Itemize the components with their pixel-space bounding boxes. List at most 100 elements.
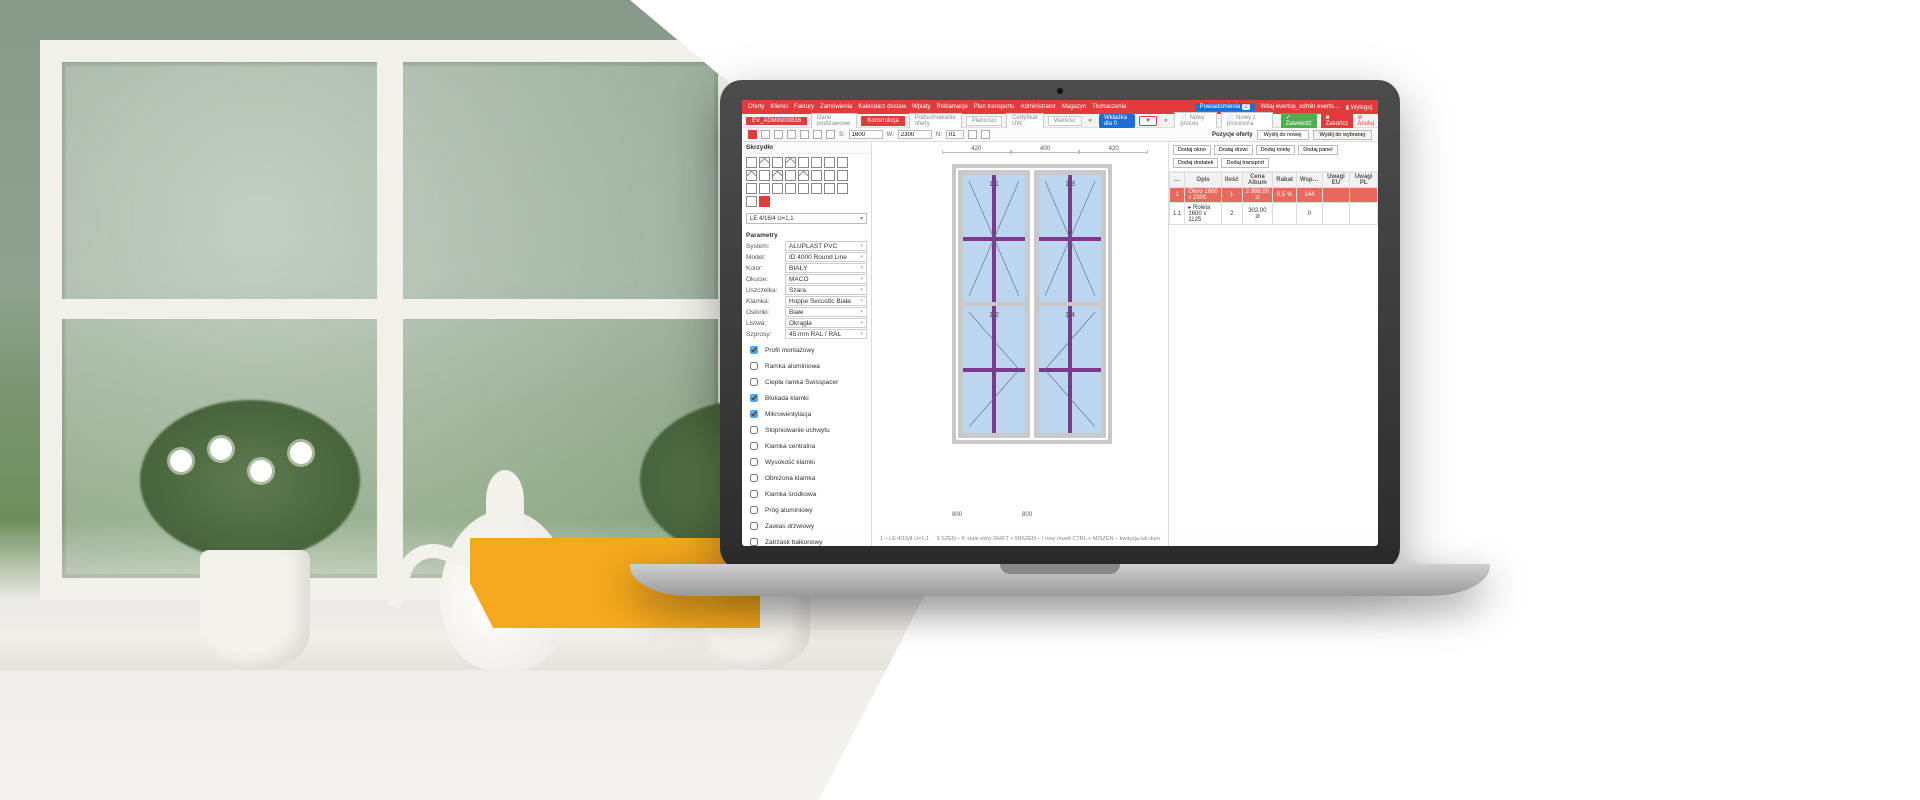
menu-item[interactable]: Administrator — [1021, 104, 1056, 110]
shape-icon[interactable] — [798, 157, 809, 168]
col-header[interactable]: Rabat — [1273, 173, 1297, 188]
cancel-button[interactable]: ⊘ Anuluj — [1357, 114, 1374, 127]
checkbox-icon[interactable] — [750, 474, 758, 482]
tab-basic[interactable]: Dane podstawowe — [811, 113, 857, 129]
shape-icon[interactable] — [759, 170, 770, 181]
checkbox-icon[interactable] — [750, 538, 758, 546]
option-checkbox[interactable]: Klamka środkowa — [742, 486, 871, 502]
param-select[interactable]: MACO — [785, 274, 867, 284]
param-select[interactable]: ALUPLAST PVC — [785, 241, 867, 251]
option-checkbox[interactable]: Wysokość klamki — [742, 454, 871, 470]
checkbox-icon[interactable] — [750, 378, 758, 386]
add-extra-button[interactable]: Dodaj dodatek — [1173, 158, 1218, 168]
checkbox-icon[interactable] — [750, 442, 758, 450]
col-header[interactable]: Uwagi EU — [1322, 173, 1350, 188]
col-header[interactable]: … — [1170, 173, 1185, 188]
option-checkbox[interactable]: Profil montażowy — [742, 342, 871, 358]
height-input[interactable] — [898, 130, 932, 139]
menu-item[interactable]: Kalendarz dostaw — [858, 104, 906, 110]
toolbtn-icon[interactable] — [774, 130, 783, 139]
shape-icon[interactable] — [811, 183, 822, 194]
checkbox-icon[interactable] — [750, 394, 758, 402]
col-header[interactable]: Opis — [1185, 173, 1222, 188]
menu-item[interactable]: Oferty — [748, 104, 764, 110]
tab-value[interactable]: Wartość — [1048, 116, 1082, 126]
option-checkbox[interactable]: Zawias drzwiowy — [742, 518, 871, 534]
toolbtn-icon[interactable] — [826, 130, 835, 139]
notifications-button[interactable]: Powiadomienia2 — [1195, 103, 1255, 111]
option-checkbox[interactable]: Obniżona klamka — [742, 470, 871, 486]
tab-payments[interactable]: Płatności — [966, 116, 1002, 126]
checkbox-icon[interactable] — [750, 522, 758, 530]
table-row[interactable]: 1.1▸ Roleta 1600 x 11252302,00 zł0 — [1170, 203, 1378, 225]
nav-next-icon[interactable]: » — [1161, 118, 1170, 124]
tab-construction[interactable]: Konstrukcja — [861, 116, 904, 126]
checkbox-icon[interactable] — [750, 490, 758, 498]
option-checkbox[interactable]: Zatrzask balkonowy — [742, 534, 871, 546]
shape-icon[interactable] — [746, 170, 757, 181]
toolbtn-icon[interactable] — [813, 130, 822, 139]
shape-icon[interactable] — [798, 170, 809, 181]
param-select[interactable]: 45 mm RAL / RAL — [785, 329, 867, 339]
flag-select[interactable]: ▼ — [1139, 116, 1157, 126]
toolbtn-icon[interactable] — [800, 130, 809, 139]
add-door-button[interactable]: Dodaj drzwi — [1214, 145, 1253, 155]
col-header[interactable]: Uwagi PL — [1350, 173, 1378, 188]
toolbtn-icon[interactable] — [981, 130, 990, 139]
menu-item[interactable]: Magazyn — [1062, 104, 1086, 110]
checkbox-icon[interactable] — [750, 346, 758, 354]
shape-icon[interactable] — [824, 157, 835, 168]
param-select[interactable]: Szara — [785, 285, 867, 295]
glass-select[interactable]: LE 4/16/4 U=1,1 — [746, 213, 867, 224]
send-selected-button[interactable]: Wyślij do wybranej — [1313, 130, 1373, 140]
send-new-button[interactable]: Wyślij do nowej — [1257, 130, 1309, 140]
option-checkbox[interactable]: Blokada klamki — [742, 390, 871, 406]
shape-icon[interactable] — [798, 183, 809, 194]
add-transport-button[interactable]: Dodaj transport — [1221, 158, 1269, 168]
shape-icon[interactable] — [785, 157, 796, 168]
nav-prev-icon[interactable]: « — [1086, 118, 1095, 124]
shape-delete-icon[interactable] — [759, 196, 770, 207]
shape-icon[interactable] — [772, 183, 783, 194]
menu-item[interactable]: Tłumaczenia — [1092, 104, 1126, 110]
shape-icon[interactable] — [772, 157, 783, 168]
finish-button[interactable]: ■ Zakończ — [1321, 114, 1354, 128]
shape-icon[interactable] — [811, 170, 822, 181]
shape-icon[interactable] — [759, 183, 770, 194]
param-select[interactable]: ID 4000 Round Line — [785, 252, 867, 262]
option-checkbox[interactable]: Próg aluminiowy — [742, 502, 871, 518]
option-checkbox[interactable]: Stopniowanie uchwytu — [742, 422, 871, 438]
param-select[interactable]: BIAŁY — [785, 263, 867, 273]
menu-item[interactable]: Zamówienia — [820, 104, 852, 110]
param-select[interactable]: Okrągła — [785, 318, 867, 328]
option-checkbox[interactable]: Mikrowentylacja — [742, 406, 871, 422]
shape-icon[interactable] — [824, 170, 835, 181]
table-row[interactable]: 1Okno 1600 x 230012 998,00 zł0,5 %144 — [1170, 188, 1378, 203]
option-checkbox[interactable]: Ramka aluminiowa — [742, 358, 871, 374]
logout-button[interactable]: ▮ Wyloguj — [1346, 104, 1372, 111]
tab-summary[interactable]: Podsumowanie oferty — [909, 113, 962, 129]
toolbtn-icon[interactable] — [968, 130, 977, 139]
mobile-insert-select[interactable]: Wkładka dla 0 — [1099, 114, 1135, 128]
shape-icon[interactable] — [772, 170, 783, 181]
new-process-button[interactable]: 📄 Nowy proces — [1174, 112, 1216, 129]
shape-icon[interactable] — [785, 183, 796, 194]
checkbox-icon[interactable] — [750, 458, 758, 466]
shape-icon[interactable] — [837, 183, 848, 194]
toolbtn-icon[interactable] — [761, 130, 770, 139]
menu-item[interactable]: Wpłaty — [912, 104, 930, 110]
menu-item[interactable]: Klienci — [770, 104, 788, 110]
checkbox-icon[interactable] — [750, 410, 758, 418]
width-input[interactable] — [849, 130, 883, 139]
menu-item[interactable]: Faktury — [794, 104, 814, 110]
shape-icon[interactable] — [759, 157, 770, 168]
menu-item[interactable]: Plan transportu — [974, 104, 1015, 110]
shape-icon[interactable] — [837, 157, 848, 168]
shape-icon[interactable] — [746, 196, 757, 207]
new-from-proc-button[interactable]: 📄 Nowy z procesora — [1221, 112, 1273, 129]
toolbtn-icon[interactable] — [787, 130, 796, 139]
shape-icon[interactable] — [785, 170, 796, 181]
shape-icon[interactable] — [824, 183, 835, 194]
col-header[interactable]: Ilość — [1221, 173, 1242, 188]
col-header[interactable]: Wsp… — [1296, 173, 1322, 188]
